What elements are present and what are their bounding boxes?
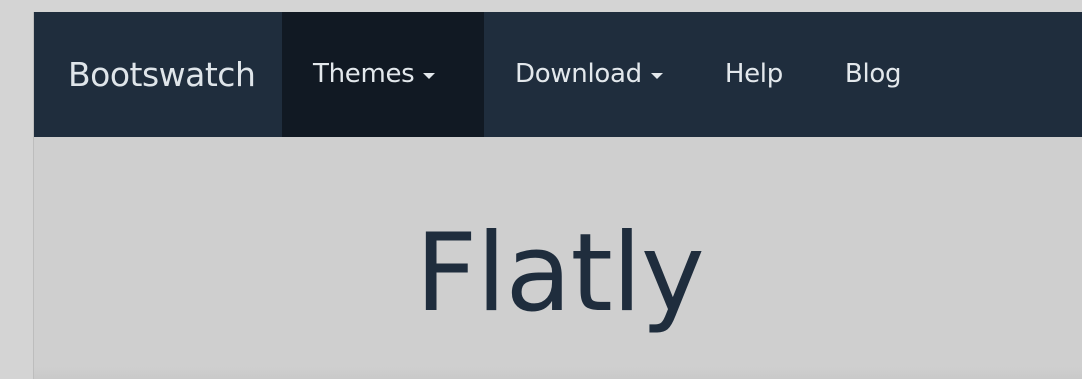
hero-title: Flatly xyxy=(34,220,1082,328)
nav-item-themes[interactable]: Themes xyxy=(282,12,484,137)
page: Bootswatch Themes Download Help Blog Fla… xyxy=(33,12,1082,379)
nav-item-blog-label: Blog xyxy=(844,59,902,89)
nav-item-download-label: Download xyxy=(515,59,642,89)
nav-item-themes-label: Themes xyxy=(313,59,415,89)
caret-down-icon xyxy=(423,73,436,79)
nav-item-help-label: Help xyxy=(724,59,783,89)
caret-down-icon xyxy=(650,73,663,79)
browser-viewport: Bootswatch Themes Download Help Blog Fla… xyxy=(0,0,1082,379)
nav-item-blog[interactable]: Blog xyxy=(814,12,932,137)
hero-title-text: Flatly xyxy=(415,211,705,336)
nav-item-help[interactable]: Help xyxy=(694,12,814,137)
navbar: Bootswatch Themes Download Help Blog xyxy=(34,12,1082,137)
nav-item-download[interactable]: Download xyxy=(484,12,694,137)
page-bottom-edge xyxy=(34,367,1082,379)
navbar-menu: Themes Download Help Blog xyxy=(282,12,932,137)
navbar-brand[interactable]: Bootswatch xyxy=(34,12,282,137)
